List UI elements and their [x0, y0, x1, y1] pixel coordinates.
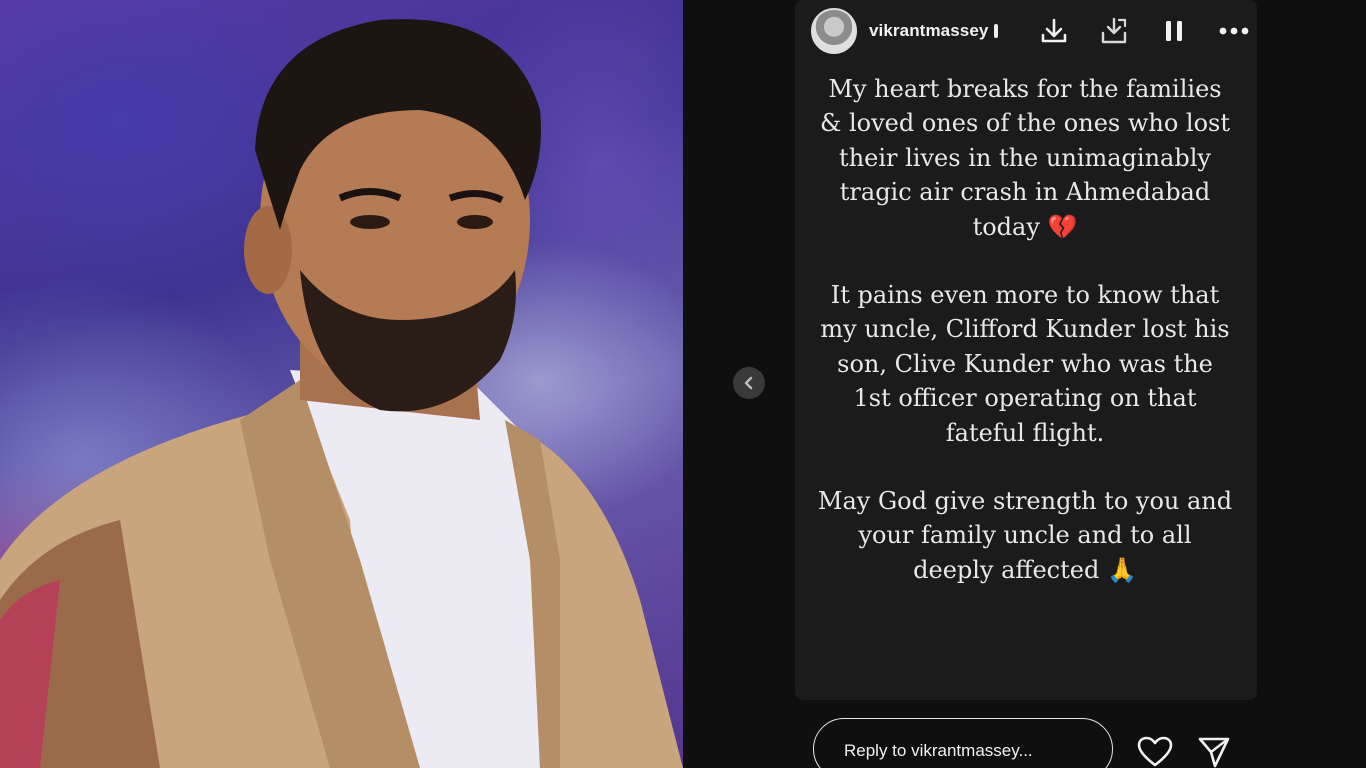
- story-header: vikrantmassey: [811, 6, 1251, 56]
- story-paragraph: May God give strength to you and your fa…: [817, 487, 1233, 584]
- more-options-icon[interactable]: [1217, 14, 1251, 48]
- username-marker: [994, 24, 999, 38]
- story-actions: [1037, 14, 1251, 48]
- story-paragraph: My heart breaks for the families & loved…: [819, 75, 1231, 241]
- story-viewer: vikrantmassey My heart breaks for the fa…: [683, 0, 1366, 768]
- heart-icon[interactable]: [1137, 736, 1173, 768]
- download-icon[interactable]: [1037, 14, 1071, 48]
- pause-icon[interactable]: [1157, 14, 1191, 48]
- portrait-illustration: [0, 19, 683, 768]
- username[interactable]: vikrantmassey: [869, 21, 988, 41]
- avatar[interactable]: [811, 8, 857, 54]
- send-icon[interactable]: [1197, 736, 1231, 768]
- story-paragraph: It pains even more to know that my uncle…: [820, 281, 1230, 447]
- portrait-photo: [0, 0, 683, 768]
- chevron-left-icon: [744, 376, 753, 390]
- previous-story-button[interactable]: [733, 367, 765, 399]
- save-icon[interactable]: [1097, 14, 1131, 48]
- story-text: My heart breaks for the families & loved…: [815, 72, 1235, 587]
- reply-input[interactable]: Reply to vikrantmassey...: [813, 718, 1113, 768]
